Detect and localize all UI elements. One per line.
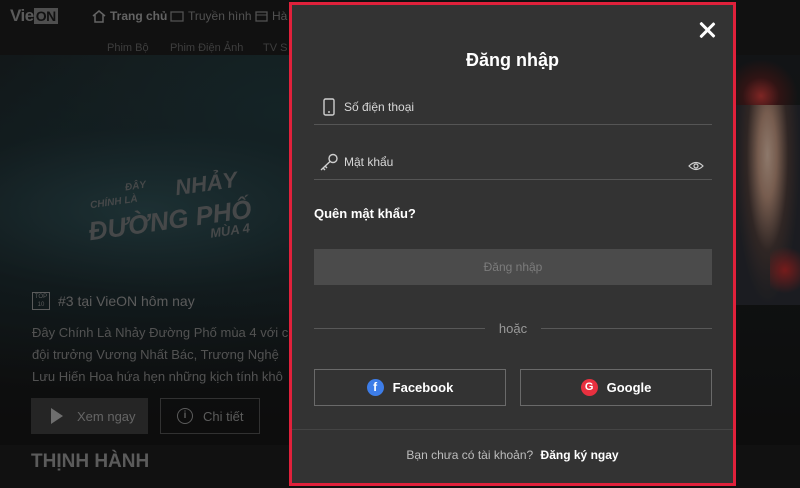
eye-icon[interactable] [688, 158, 708, 172]
google-icon: G [580, 379, 598, 396]
register-link[interactable]: Đăng ký ngay [541, 448, 619, 462]
modal-title: Đăng nhập [466, 50, 559, 70]
password-input[interactable] [344, 145, 688, 179]
login-modal: Đăng nhập Quên mật khẩu? Đăng nhập hoặc … [289, 2, 736, 486]
key-icon [318, 152, 340, 172]
or-text: hoặc [498, 320, 528, 336]
login-button[interactable]: Đăng nhập [314, 249, 712, 285]
or-divider: hoặc [314, 318, 713, 338]
password-field [314, 145, 712, 180]
facebook-login-button[interactable]: f Facebook [314, 369, 506, 406]
google-login-button[interactable]: G Google [520, 369, 712, 406]
phone-icon [318, 97, 340, 117]
close-icon[interactable] [697, 20, 717, 40]
facebook-label: Facebook [392, 380, 454, 395]
no-account-text: Bạn chưa có tài khoản? [406, 448, 534, 462]
forgot-password-link[interactable]: Quên mật khẩu? [314, 206, 416, 221]
facebook-icon: f [366, 379, 384, 396]
modal-footer: Bạn chưa có tài khoản? Đăng ký ngay [292, 448, 733, 462]
divider-line-right [541, 327, 713, 329]
footer-divider [292, 429, 733, 430]
login-button-label: Đăng nhập [483, 260, 543, 274]
phone-input[interactable] [344, 90, 712, 124]
divider-line-left [314, 327, 485, 329]
google-label: Google [606, 380, 652, 395]
phone-field [314, 90, 712, 125]
